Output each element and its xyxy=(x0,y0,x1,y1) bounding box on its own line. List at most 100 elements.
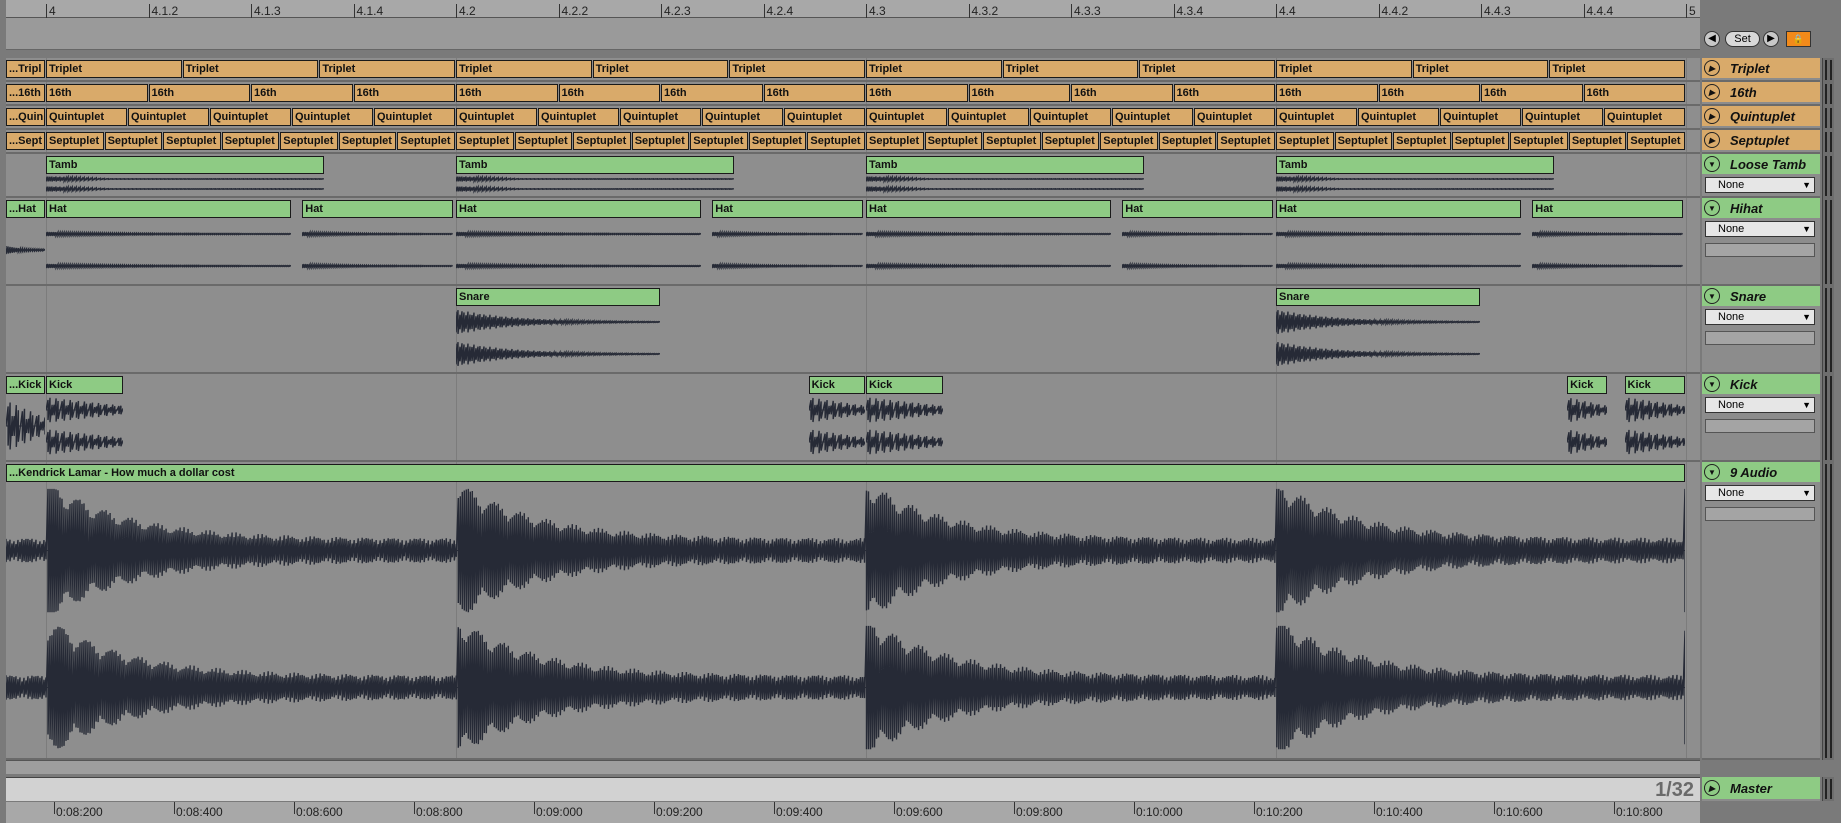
clip-16th[interactable]: 16th xyxy=(1583,84,1685,102)
clip-triplet[interactable]: Triplet xyxy=(46,60,182,78)
clip-quintuplet[interactable]: Quintuplet xyxy=(128,108,209,126)
clip-quintuplet[interactable]: Quintuplet xyxy=(620,108,701,126)
set-locator-button[interactable]: Set xyxy=(1725,31,1760,47)
time-ruler[interactable]: 0:08:200 0:08:400 0:08:600 0:08:800 0:09:000… xyxy=(6,802,1700,823)
clip-hihat[interactable]: Hat xyxy=(866,200,1111,218)
track-header-loose-tamb[interactable]: ▼ Loose Tamb None ▼ xyxy=(1702,154,1820,198)
track-title-bar[interactable]: ▶ 16th xyxy=(1702,82,1820,102)
track-title-bar[interactable]: ▼ 9 Audio xyxy=(1702,462,1820,482)
clip-triplet[interactable]: Triplet xyxy=(866,60,1002,78)
input-select[interactable]: None ▼ xyxy=(1705,485,1815,501)
clip-audio9[interactable]: ...Kendrick Lamar - How much a dollar co… xyxy=(6,464,1685,482)
clip-16th[interactable]: 16th xyxy=(1276,84,1378,102)
clip-hihat[interactable]: Hat xyxy=(46,200,291,218)
track-title-bar[interactable]: ▼ Hihat xyxy=(1702,198,1820,218)
clip-septuplet[interactable]: Septuplet xyxy=(1334,132,1393,150)
clip-quintuplet[interactable]: Quintuplet xyxy=(1522,108,1603,126)
track-title-bar[interactable]: ▼ Kick xyxy=(1702,374,1820,394)
clip-quintuplet[interactable]: Quintuplet xyxy=(784,108,865,126)
clip-septuplet[interactable]: Septuplet xyxy=(456,132,514,150)
track-lane-septuplet[interactable]: ...Sept Septuplet Septuplet Septuplet Septup… xyxy=(6,130,1700,154)
arrow-right-icon[interactable]: ▶ xyxy=(1763,31,1779,47)
clip-triplet[interactable]: Triplet xyxy=(1549,60,1685,78)
clip-snare[interactable]: Snare xyxy=(456,288,660,306)
clip-septuplet[interactable]: Septuplet xyxy=(807,132,865,150)
clip-kick[interactable]: Kick xyxy=(866,376,943,394)
track-header-quintuplet[interactable]: ▶ Quintuplet xyxy=(1702,106,1820,130)
clip-septuplet[interactable]: Septuplet xyxy=(221,132,280,150)
clip-quintuplet[interactable]: Quintuplet xyxy=(210,108,291,126)
clip-16th[interactable]: 16th xyxy=(866,84,968,102)
clip-16th[interactable]: 16th xyxy=(148,84,250,102)
play-icon[interactable]: ▶ xyxy=(1704,780,1720,796)
clip-triplet[interactable]: Triplet xyxy=(1002,60,1139,78)
track-header-audio9[interactable]: ▼ 9 Audio None ▼ xyxy=(1702,462,1820,760)
clip-triplet[interactable]: Triplet xyxy=(592,60,729,78)
clip-quintuplet[interactable]: Quintuplet xyxy=(1604,108,1685,126)
clip-triplet[interactable]: Triplet xyxy=(1412,60,1549,78)
clip-kick[interactable]: Kick xyxy=(808,376,865,394)
clip-triplet[interactable]: Triplet xyxy=(729,60,865,78)
clip-septuplet[interactable]: Septuplet xyxy=(338,132,397,150)
play-icon[interactable]: ▶ xyxy=(1704,108,1720,124)
clip-septuplet[interactable]: Septuplet xyxy=(514,132,573,150)
clip-triplet-truncated[interactable]: ...Tripl xyxy=(6,60,45,78)
clip-quintuplet[interactable]: Quintuplet xyxy=(948,108,1029,126)
clip-quintuplet[interactable]: Quintuplet xyxy=(1440,108,1521,126)
clip-hihat[interactable]: Hat xyxy=(302,200,453,218)
track-lane-triplet[interactable]: ...Tripl Triplet Triplet Triplet Triplet Trip… xyxy=(6,58,1700,82)
input-channel-box[interactable] xyxy=(1705,507,1815,521)
clip-septuplet[interactable]: Septuplet xyxy=(1393,132,1451,150)
clip-septuplet[interactable]: Septuplet xyxy=(1276,132,1334,150)
master-track-header[interactable]: ▶ Master xyxy=(1702,777,1820,801)
track-lane-audio9[interactable]: ...Kendrick Lamar - How much a dollar co… xyxy=(6,462,1700,760)
clip-quintuplet-truncated[interactable]: ...Quin xyxy=(6,108,45,126)
clip-septuplet[interactable]: Septuplet xyxy=(1451,132,1510,150)
locator-strip[interactable] xyxy=(6,18,1700,50)
clip-septuplet[interactable]: Septuplet xyxy=(748,132,807,150)
clip-quintuplet[interactable]: Quintuplet xyxy=(538,108,619,126)
clip-16th[interactable]: 16th xyxy=(1481,84,1583,102)
clip-hihat[interactable]: Hat xyxy=(456,200,701,218)
clip-quintuplet[interactable]: Quintuplet xyxy=(456,108,537,126)
clip-16th[interactable]: 16th xyxy=(1378,84,1480,102)
track-lane-16th[interactable]: ...16th 16th 16th 16th 16th 16th 16th 16th 16th 1… xyxy=(6,82,1700,106)
clip-septuplet-truncated[interactable]: ...Sept xyxy=(6,132,45,150)
clip-kick[interactable]: Kick xyxy=(1624,376,1685,394)
input-select[interactable]: None ▼ xyxy=(1705,221,1815,237)
clip-16th[interactable]: 16th xyxy=(251,84,353,102)
clip-quintuplet[interactable]: Quintuplet xyxy=(46,108,127,126)
clip-triplet[interactable]: Triplet xyxy=(1139,60,1275,78)
clip-septuplet[interactable]: Septuplet xyxy=(1100,132,1158,150)
clip-16th[interactable]: 16th xyxy=(763,84,865,102)
track-lane-hihat[interactable]: ...Hat Hat Hat Hat Hat Hat Hat Hat Hat xyxy=(6,198,1700,286)
clip-16th[interactable]: 16th xyxy=(1173,84,1275,102)
track-lane-quintuplet[interactable]: ...Quin Quintuplet Quintuplet Quintuplet Qui… xyxy=(6,106,1700,130)
clip-septuplet[interactable]: Septuplet xyxy=(280,132,338,150)
track-lane-snare[interactable]: Snare Snare xyxy=(6,286,1700,374)
track-lane-kick[interactable]: ...Kick Kick Kick Kick Kick Kick xyxy=(6,374,1700,462)
fold-icon[interactable]: ▼ xyxy=(1704,376,1720,392)
clip-16th[interactable]: 16th xyxy=(661,84,763,102)
zoom-grid-label[interactable]: 1/32 xyxy=(1655,779,1694,802)
clip-quintuplet[interactable]: Quintuplet xyxy=(1276,108,1357,126)
clip-kick[interactable]: Kick xyxy=(46,376,123,394)
clip-loose-tamb[interactable]: Tamb xyxy=(866,156,1144,174)
input-select[interactable]: None ▼ xyxy=(1705,177,1815,193)
clip-quintuplet[interactable]: Quintuplet xyxy=(1030,108,1111,126)
clip-loose-tamb[interactable]: Tamb xyxy=(1276,156,1554,174)
clip-triplet[interactable]: Triplet xyxy=(456,60,592,78)
track-header-septuplet[interactable]: ▶ Septuplet xyxy=(1702,130,1820,154)
clip-16th[interactable]: 16th xyxy=(46,84,148,102)
clip-septuplet[interactable]: Septuplet xyxy=(1158,132,1217,150)
clip-hihat[interactable]: Hat xyxy=(1276,200,1521,218)
clip-septuplet[interactable]: Septuplet xyxy=(924,132,983,150)
input-select[interactable]: None ▼ xyxy=(1705,397,1815,413)
track-lane-loose-tamb[interactable]: Tamb Tamb Tamb Tamb xyxy=(6,154,1700,198)
fold-icon[interactable]: ▼ xyxy=(1704,288,1720,304)
clip-loose-tamb[interactable]: Tamb xyxy=(456,156,734,174)
clip-septuplet[interactable]: Septuplet xyxy=(573,132,631,150)
clip-kick-truncated[interactable]: ...Kick xyxy=(6,376,45,394)
clip-septuplet[interactable]: Septuplet xyxy=(1217,132,1275,150)
clip-triplet[interactable]: Triplet xyxy=(319,60,455,78)
